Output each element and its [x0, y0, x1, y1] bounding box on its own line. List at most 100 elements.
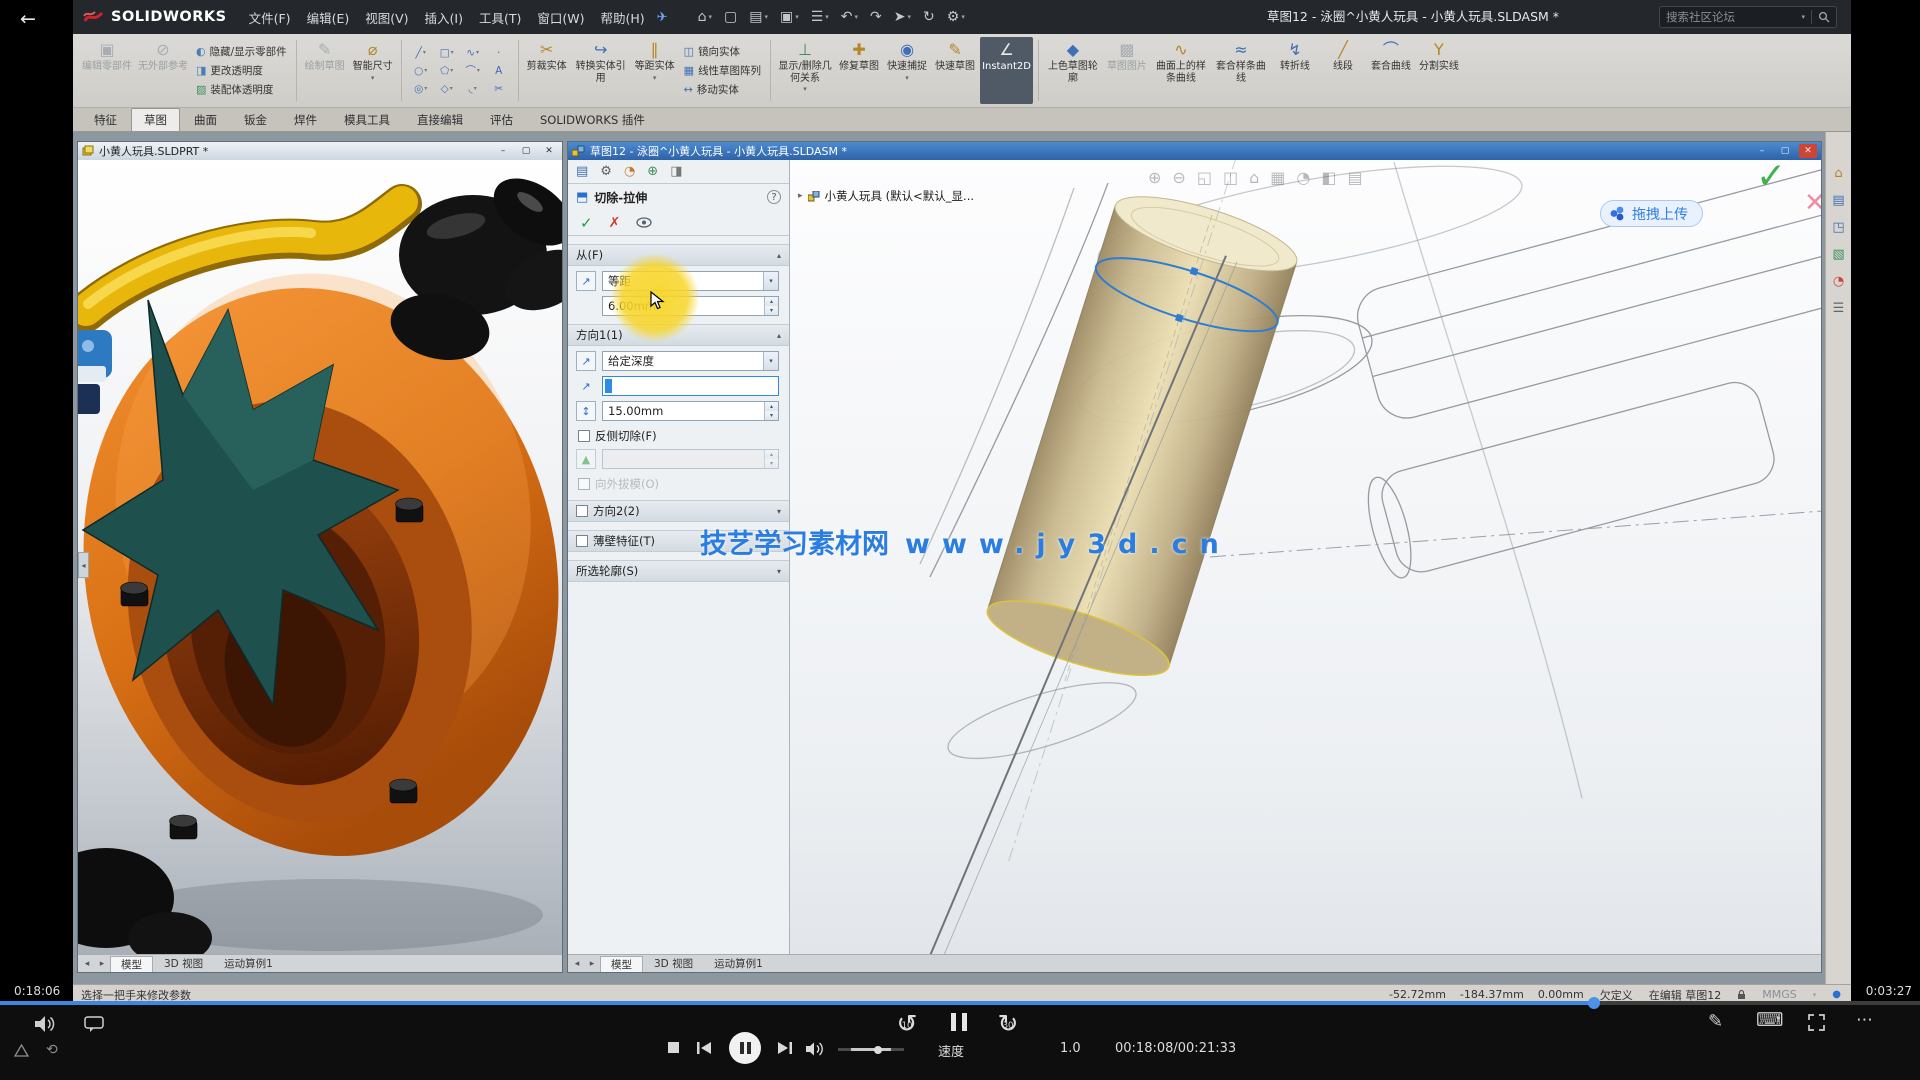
volume-slider[interactable] [838, 1048, 904, 1051]
ribbon-button-4-3[interactable]: ✎快速草图 [932, 37, 978, 104]
propertymanager-tab-icon[interactable]: ⚙ [600, 164, 612, 179]
qa-redo-icon[interactable]: ↷ [870, 9, 882, 25]
hide-show-icon[interactable]: ◔ [1296, 168, 1310, 187]
direction-reference-field[interactable] [602, 376, 779, 396]
command-tab-7[interactable]: 评估 [477, 108, 526, 131]
command-tab-3[interactable]: 钣金 [231, 108, 280, 131]
qa-home-icon[interactable]: ⌂▾ [698, 9, 712, 25]
ribbon-small-button-0-0[interactable]: ◐隐藏/显示零部件 [196, 44, 287, 59]
command-tab-4[interactable]: 焊件 [281, 108, 330, 131]
preview-eye-icon[interactable] [636, 217, 652, 228]
qa-undo-icon[interactable]: ↶▾ [841, 9, 858, 25]
ribbon-small-button-0-2[interactable]: ▨装配体透明度 [196, 82, 287, 97]
search-dropdown-icon[interactable]: ▾ [1801, 13, 1805, 21]
previous-view-icon[interactable]: ◱ [1197, 168, 1212, 187]
status-tag-icon[interactable]: ● [1832, 989, 1841, 1000]
from-direction-icon[interactable]: ↗ [576, 271, 596, 291]
qa-options-icon[interactable]: ⚙▾ [947, 9, 965, 25]
units-dropdown-icon[interactable]: ▾ [1813, 991, 1817, 999]
seek-bar[interactable] [0, 1001, 1920, 1005]
ribbon-small-button-3-1[interactable]: ▦线性草图阵列 [684, 63, 761, 78]
stepper-icons[interactable]: ▴▾ [764, 402, 778, 420]
ribbon-button-5-4[interactable]: ↯转折线 [1272, 37, 1318, 104]
drag-upload-button[interactable]: 拖拽上传 [1600, 200, 1703, 227]
minimize-icon[interactable]: – [1753, 144, 1771, 158]
flyout-feature-tree[interactable]: ▸ 小黄人玩具 (默认<默认_显... [798, 188, 974, 204]
scroll-left-icon[interactable]: ◂ [80, 959, 94, 969]
ribbon-button-5-7[interactable]: Y分割实线 [1416, 37, 1462, 104]
left-viewport-canvas[interactable] [78, 160, 562, 954]
doc-tab-1[interactable]: 3D 视图 [154, 956, 213, 972]
mute-icon[interactable] [34, 1015, 56, 1033]
forward-30-button[interactable]: ↻ 30 [994, 1010, 1022, 1038]
section-view-icon[interactable]: ◫ [1223, 168, 1238, 187]
menu-item-3[interactable]: 插入(I) [417, 5, 471, 30]
qa-print-icon[interactable]: ☰▾ [811, 9, 829, 25]
previous-button[interactable] [696, 1041, 712, 1055]
keyboard-icon[interactable]: ⌨ [1756, 1009, 1783, 1031]
view-orientation-icon[interactable]: ⌂ [1249, 168, 1259, 187]
menu-item-5[interactable]: 窗口(W) [529, 5, 592, 30]
notes-pencil-icon[interactable]: ✎ [1708, 1011, 1723, 1032]
command-tab-0[interactable]: 特征 [81, 108, 130, 131]
display-tab-icon[interactable]: ◨ [670, 164, 682, 179]
chevron-up-icon[interactable]: ▴ [777, 251, 781, 260]
sketch-tool-circle-icon[interactable]: ○▾ [409, 63, 433, 79]
sketch-tool-spline-icon[interactable]: ∿▾ [461, 45, 485, 61]
menu-item-0[interactable]: 文件(F) [241, 5, 299, 30]
ribbon-small-button-3-0[interactable]: ◫镜向实体 [684, 44, 761, 59]
sketch-tool-line-icon[interactable]: ╱▾ [409, 45, 433, 61]
panel-collapse-handle[interactable]: ◂ [78, 552, 89, 578]
speed-label[interactable]: 速度 [938, 1041, 964, 1060]
direction-reverse-icon[interactable]: ↗ [576, 376, 596, 396]
scene-icon[interactable]: ▤ [1347, 168, 1362, 187]
doc-tab-1[interactable]: 3D 视图 [644, 956, 703, 972]
fullscreen-icon[interactable] [1808, 1014, 1825, 1031]
checkbox-icon[interactable] [576, 505, 588, 517]
qa-rebuild-icon[interactable]: ↻ [923, 9, 935, 25]
qa-select-icon[interactable]: ➤▾ [894, 9, 911, 25]
confirm-check-icon[interactable]: ✓ [1756, 160, 1786, 197]
left-window-titlebar[interactable]: 小黄人玩具.SLDPRT * – ▢ ✕ [78, 142, 562, 160]
appearance-icon[interactable]: ◧ [1321, 168, 1336, 187]
ribbon-button-4-1[interactable]: ✚修复草图 [836, 37, 882, 104]
search-box[interactable]: 搜索社区论坛 ▾ [1659, 6, 1837, 28]
loop-icon[interactable]: ⟲ [46, 1042, 58, 1058]
ribbon-button-3-2[interactable]: ∥等距实体▾ [632, 37, 678, 104]
ribbon-small-button-3-2[interactable]: ↔移动实体 [684, 82, 761, 97]
appearances-icon[interactable]: ◔ [1833, 274, 1844, 289]
doc-tab-0[interactable]: 模型 [110, 956, 153, 972]
dimxpert-tab-icon[interactable]: ⊕ [647, 164, 658, 179]
design-library-icon[interactable]: ▤ [1832, 193, 1844, 208]
volume-icon[interactable] [805, 1041, 825, 1057]
ribbon-button-4-0[interactable]: ⊥显示/删除几何关系▾ [776, 37, 834, 104]
close-icon[interactable]: ✕ [540, 144, 558, 158]
section-direction2[interactable]: 方向2(2) ▾ [568, 500, 789, 522]
cancel-x-icon[interactable]: ✕ [1804, 188, 1821, 218]
qa-new-document-icon[interactable]: ▢ [724, 9, 737, 25]
menu-item-4[interactable]: 工具(T) [471, 5, 529, 30]
help-icon[interactable]: ? [767, 190, 781, 204]
scroll-right-icon[interactable]: ▸ [585, 959, 599, 969]
sketch-tool-point-icon[interactable]: · [487, 45, 511, 61]
doc-tab-2[interactable]: 运动算例1 [704, 956, 773, 972]
search-icon[interactable] [1818, 11, 1830, 23]
ribbon-button-5-0[interactable]: ◆上色草图轮廓 [1044, 37, 1102, 104]
seek-handle[interactable] [1588, 997, 1600, 1009]
play-pause-button[interactable] [729, 1032, 761, 1064]
cancel-button[interactable]: ✗ [609, 215, 621, 231]
scroll-left-icon[interactable]: ◂ [570, 959, 584, 969]
sketch-tool-ellipse-icon[interactable]: ◇▾ [435, 81, 459, 97]
restore-icon[interactable]: ▢ [517, 144, 535, 158]
sketch-tool-text-icon[interactable]: A [487, 63, 511, 79]
next-button[interactable] [777, 1041, 793, 1055]
depth-input[interactable]: 15.00mm ▴▾ [602, 401, 779, 421]
pin-menu-icon[interactable]: ✈ [657, 10, 668, 25]
ribbon-button-5-6[interactable]: ⌒套合曲线 [1368, 37, 1414, 104]
right-window-titlebar[interactable]: 草图12 - 泳圈^小黄人玩具 - 小黄人玩具.SLDASM * – ▢ ✕ [568, 142, 1821, 160]
expand-arrow-icon[interactable]: ▸ [798, 191, 803, 201]
custom-properties-icon[interactable]: ☰ [1833, 301, 1845, 316]
more-options-icon[interactable]: ⋯ [1856, 1010, 1873, 1030]
command-tab-2[interactable]: 曲面 [181, 108, 230, 131]
menu-item-2[interactable]: 视图(V) [357, 5, 416, 30]
